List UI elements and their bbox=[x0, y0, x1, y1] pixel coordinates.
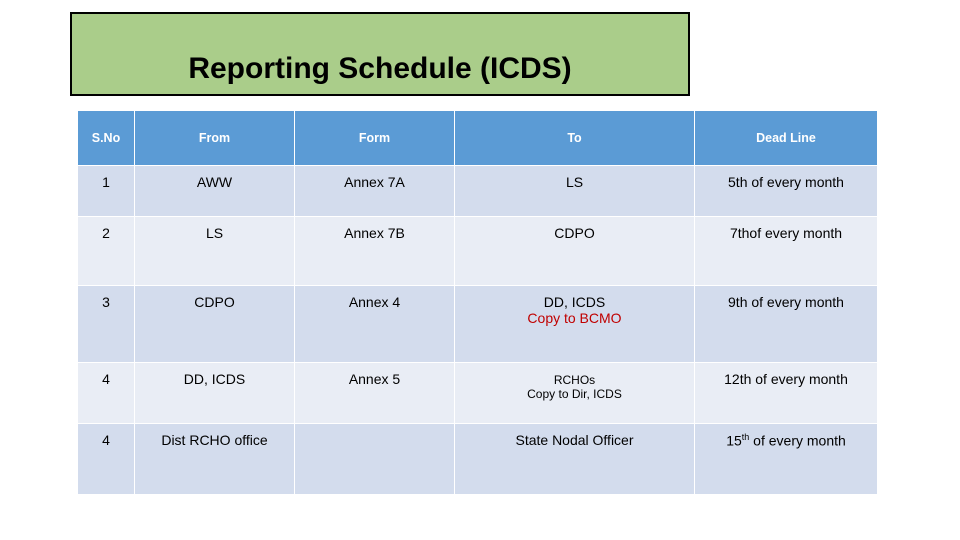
column-header-sno: S.No bbox=[78, 111, 134, 165]
deadline-rest: of every month bbox=[749, 432, 846, 449]
cell-from: CDPO bbox=[135, 286, 294, 362]
cell-to-note: Copy to BCMO bbox=[527, 310, 622, 326]
cell-sno: 2 bbox=[78, 217, 134, 285]
cell-deadline: 5th of every month bbox=[695, 166, 877, 216]
cell-sno: 4 bbox=[78, 363, 134, 423]
cell-to: LS bbox=[455, 166, 694, 216]
column-header-deadline: Dead Line bbox=[695, 111, 877, 165]
cell-form: Annex 5 bbox=[295, 363, 454, 423]
table-row: 2 LS Annex 7B CDPO 7thof every month bbox=[78, 217, 877, 285]
cell-sno: 1 bbox=[78, 166, 134, 216]
cell-from: LS bbox=[135, 217, 294, 285]
reporting-schedule-table: S.No From Form To Dead Line 1 AWW Annex … bbox=[77, 110, 878, 495]
cell-sno: 4 bbox=[78, 424, 134, 494]
column-header-from: From bbox=[135, 111, 294, 165]
cell-form: Annex 7B bbox=[295, 217, 454, 285]
column-header-form: Form bbox=[295, 111, 454, 165]
cell-to: RCHOs Copy to Dir, ICDS bbox=[455, 363, 694, 423]
cell-from: Dist RCHO office bbox=[135, 424, 294, 494]
cell-deadline: 9th of every month bbox=[695, 286, 877, 362]
cell-from: AWW bbox=[135, 166, 294, 216]
table-header-row: S.No From Form To Dead Line bbox=[78, 111, 877, 165]
cell-to-primary: RCHOs bbox=[553, 373, 596, 387]
cell-to: CDPO bbox=[455, 217, 694, 285]
cell-to-note: Copy to Dir, ICDS bbox=[527, 387, 622, 401]
cell-to: DD, ICDS Copy to BCMO bbox=[455, 286, 694, 362]
table-row: 3 CDPO Annex 4 DD, ICDS Copy to BCMO 9th… bbox=[78, 286, 877, 362]
cell-deadline: 7thof every month bbox=[695, 217, 877, 285]
table-row: 1 AWW Annex 7A LS 5th of every month bbox=[78, 166, 877, 216]
table-row: 4 DD, ICDS Annex 5 RCHOs Copy to Dir, IC… bbox=[78, 363, 877, 423]
page-title: Reporting Schedule (ICDS) bbox=[188, 52, 572, 85]
cell-deadline: 15th of every month bbox=[695, 424, 877, 494]
table-row: 4 Dist RCHO office State Nodal Officer 1… bbox=[78, 424, 877, 494]
cell-sno: 3 bbox=[78, 286, 134, 362]
cell-deadline: 12th of every month bbox=[695, 363, 877, 423]
column-header-to: To bbox=[455, 111, 694, 165]
cell-to-primary: DD, ICDS bbox=[543, 294, 606, 310]
cell-to: State Nodal Officer bbox=[455, 424, 694, 494]
cell-form: Annex 7A bbox=[295, 166, 454, 216]
deadline-day: 15 bbox=[726, 432, 742, 449]
cell-form: Annex 4 bbox=[295, 286, 454, 362]
cell-from: DD, ICDS bbox=[135, 363, 294, 423]
cell-form bbox=[295, 424, 454, 494]
